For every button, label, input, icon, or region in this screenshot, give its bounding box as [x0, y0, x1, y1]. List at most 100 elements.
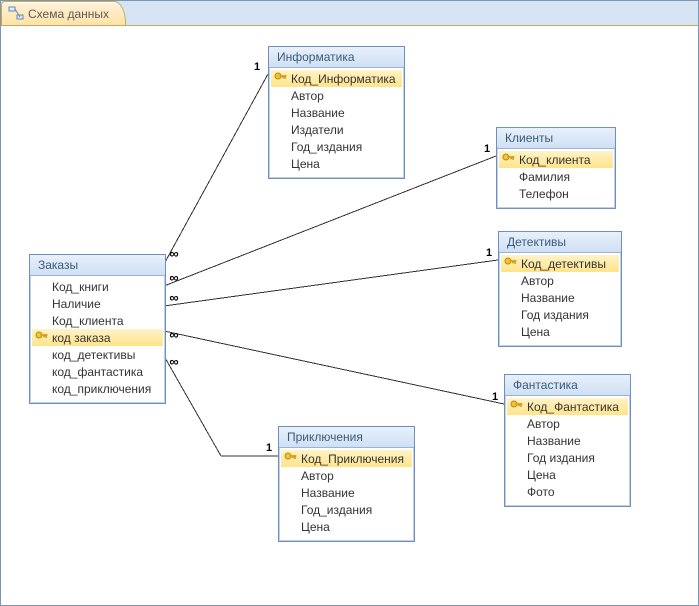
field-name: Цена: [291, 157, 320, 171]
field-row[interactable]: код_приключения: [32, 380, 163, 397]
field-row[interactable]: Год_издания: [281, 501, 412, 518]
field-row[interactable]: Год издания: [501, 306, 619, 323]
field-name: Код_детективы: [521, 257, 606, 271]
field-name: Название: [521, 291, 575, 305]
table-title: Приключения: [279, 427, 414, 448]
field-row[interactable]: Телефон: [499, 185, 613, 202]
field-name: Фамилия: [519, 170, 570, 184]
relationships-icon: [8, 5, 24, 21]
field-name: Фото: [527, 485, 555, 499]
field-row[interactable]: код_фантастика: [32, 363, 163, 380]
field-row[interactable]: Наличие: [32, 295, 163, 312]
field-name: Автор: [301, 469, 334, 483]
field-name: Автор: [527, 417, 560, 431]
svg-text:∞: ∞: [169, 290, 178, 305]
table-orders[interactable]: Заказы Код_книги НаличиеКод_клиента код за…: [29, 254, 166, 404]
field-row[interactable]: Цена: [271, 155, 402, 172]
field-name: Код_Информатика: [291, 72, 396, 86]
field-row[interactable]: Цена: [507, 466, 628, 483]
field-row[interactable]: Автор: [271, 87, 402, 104]
key-icon: [284, 452, 297, 465]
field-name: код_приключения: [52, 382, 151, 396]
field-row[interactable]: Автор: [507, 415, 628, 432]
field-name: Цена: [301, 520, 330, 534]
table-fantastika[interactable]: Фантастика Код_Фантастика Автор Название Го…: [504, 374, 631, 507]
field-row[interactable]: Код_Информатика: [271, 70, 402, 87]
field-row[interactable]: Код_детективы: [501, 255, 619, 272]
table-body: Код_Приключения Автор Название Год_издания Ц…: [279, 448, 414, 541]
field-name: Автор: [521, 274, 554, 288]
field-name: Цена: [527, 468, 556, 482]
field-row[interactable]: Цена: [281, 518, 412, 535]
field-name: Наличие: [52, 297, 101, 311]
field-row[interactable]: Название: [281, 484, 412, 501]
table-informatika[interactable]: Информатика Код_Информатика АвторНазвание…: [268, 46, 405, 179]
key-icon: [502, 153, 515, 166]
svg-text:1: 1: [266, 442, 272, 454]
svg-text:1: 1: [254, 61, 260, 73]
tab-bar: Схема данных: [1, 1, 698, 25]
table-title: Детективы: [499, 232, 621, 253]
table-title: Фантастика: [505, 375, 630, 396]
field-row[interactable]: Код_Приключения: [281, 450, 412, 467]
field-row[interactable]: Фамилия: [499, 168, 613, 185]
tab-schema[interactable]: Схема данных: [1, 1, 126, 25]
relationships-window: Схема данных ∞ 1 ∞ 1 ∞ 1 ∞ 1 ∞ 1: [0, 0, 699, 606]
field-name: код_фантастика: [52, 365, 143, 379]
table-adventures[interactable]: Приключения Код_Приключения Автор Название…: [278, 426, 415, 542]
field-row[interactable]: Год_издания: [271, 138, 402, 155]
key-icon: [504, 257, 517, 270]
field-row[interactable]: Фото: [507, 483, 628, 500]
table-title: Клиенты: [497, 128, 615, 149]
field-row[interactable]: Код_Фантастика: [507, 398, 628, 415]
field-row[interactable]: Код_книги: [32, 278, 163, 295]
svg-text:1: 1: [486, 247, 492, 259]
table-title: Информатика: [269, 47, 404, 68]
field-row[interactable]: код заказа: [32, 329, 163, 346]
table-body: Код_детективы Автор Название Год издания Цен…: [499, 253, 621, 346]
field-row[interactable]: Код_клиента: [499, 151, 613, 168]
field-name: Год издания: [527, 451, 595, 465]
field-row[interactable]: Код_клиента: [32, 312, 163, 329]
svg-text:∞: ∞: [169, 270, 178, 285]
table-clients[interactable]: Клиенты Код_клиента Фамилия Телефон: [496, 127, 616, 209]
field-name: Год издания: [521, 308, 589, 322]
table-detectives[interactable]: Детективы Код_детективы Автор Название Год …: [498, 231, 622, 347]
field-row[interactable]: Название: [501, 289, 619, 306]
field-name: код заказа: [52, 331, 111, 345]
field-name: Год_издания: [301, 503, 372, 517]
table-body: Код_Фантастика Автор Название Год издания Це…: [505, 396, 630, 506]
field-row[interactable]: Год издания: [507, 449, 628, 466]
field-row[interactable]: код_детективы: [32, 346, 163, 363]
field-row[interactable]: Автор: [281, 467, 412, 484]
field-name: Издатели: [291, 123, 344, 137]
diagram-canvas[interactable]: ∞ 1 ∞ 1 ∞ 1 ∞ 1 ∞ 1 Заказы Код_книги Нали…: [1, 25, 698, 605]
field-row[interactable]: Автор: [501, 272, 619, 289]
tab-label: Схема данных: [28, 7, 109, 21]
field-name: код_детективы: [52, 348, 135, 362]
field-name: Название: [527, 434, 581, 448]
field-row[interactable]: Издатели: [271, 121, 402, 138]
svg-text:∞: ∞: [169, 246, 178, 261]
field-row[interactable]: Название: [271, 104, 402, 121]
field-name: Телефон: [519, 187, 569, 201]
field-name: Автор: [291, 89, 324, 103]
field-name: Код_Приключения: [301, 452, 404, 466]
field-name: Код_клиента: [519, 153, 591, 167]
key-icon: [35, 331, 48, 344]
table-body: Код_книги НаличиеКод_клиента код заказа код…: [30, 276, 165, 403]
field-name: Цена: [521, 325, 550, 339]
svg-text:1: 1: [484, 143, 490, 155]
svg-text:∞: ∞: [169, 354, 178, 369]
table-body: Код_клиента Фамилия Телефон: [497, 149, 615, 208]
table-title: Заказы: [30, 255, 165, 276]
table-body: Код_Информатика АвторНазвание ИздателиГод_…: [269, 68, 404, 178]
field-row[interactable]: Название: [507, 432, 628, 449]
svg-text:∞: ∞: [169, 327, 178, 342]
field-row[interactable]: Цена: [501, 323, 619, 340]
field-name: Код_Фантастика: [527, 400, 619, 414]
svg-text:1: 1: [492, 391, 498, 403]
key-icon: [510, 400, 523, 413]
field-name: Название: [301, 486, 355, 500]
field-name: Код_книги: [52, 280, 109, 294]
